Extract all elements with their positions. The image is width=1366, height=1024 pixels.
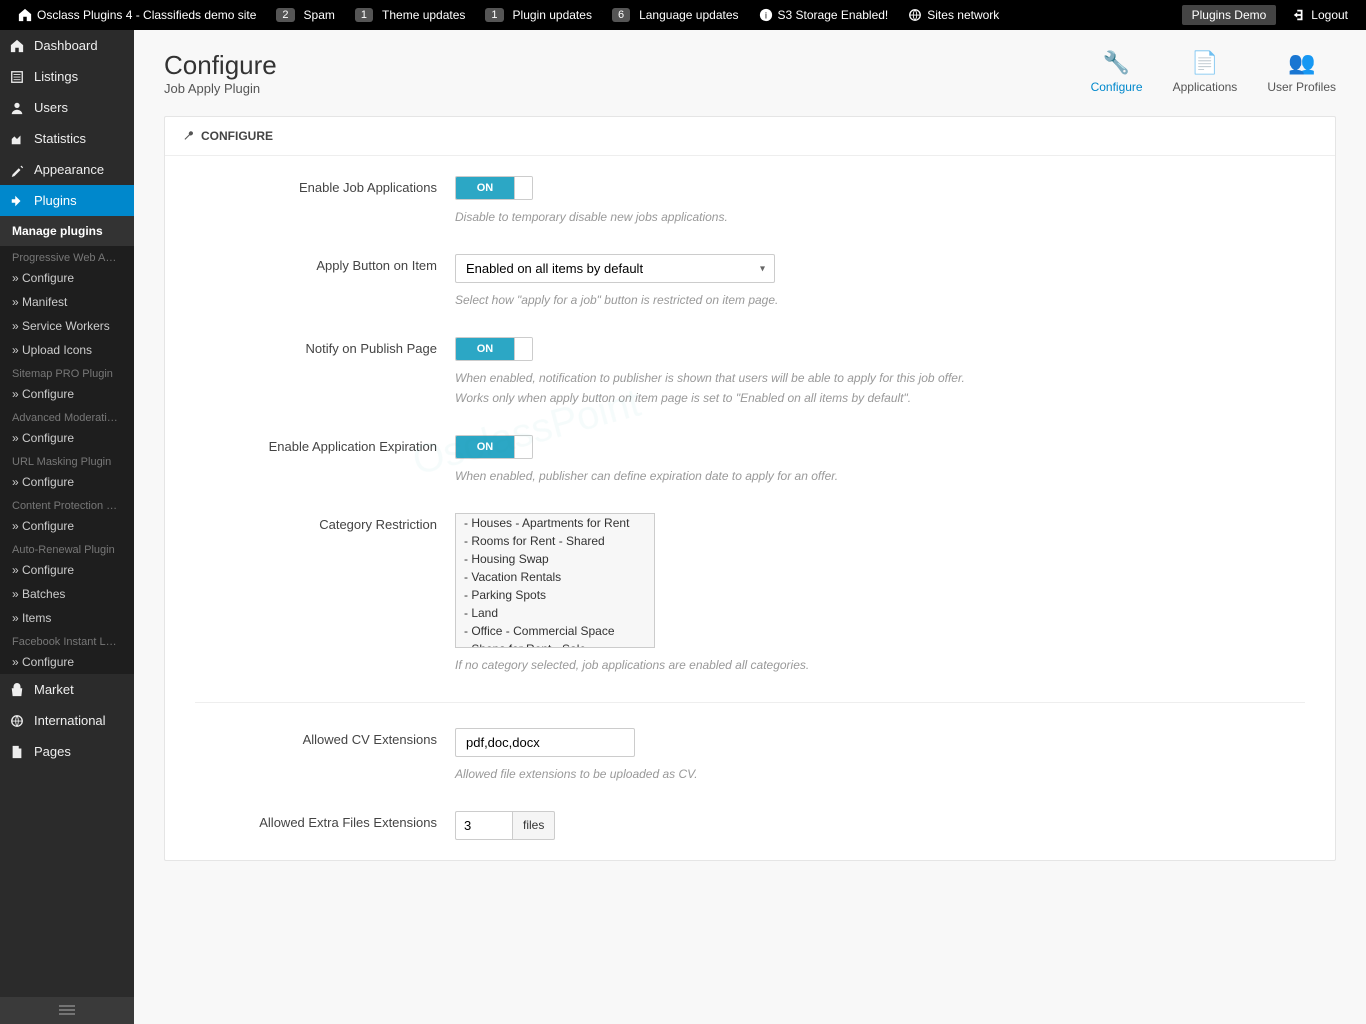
users-icon: 👥 xyxy=(1267,50,1336,76)
logout-icon xyxy=(1292,8,1306,22)
sublink-autorenewal-configure[interactable]: » Configure xyxy=(0,558,134,582)
label-extra-files: Allowed Extra Files Extensions xyxy=(195,811,455,830)
toggle-enable-expiration[interactable]: ON xyxy=(455,435,533,459)
helper-notify-publish-2: Works only when apply button on item pag… xyxy=(455,389,1305,407)
listings-icon xyxy=(10,70,24,84)
addon-files: files xyxy=(513,811,555,840)
sidebar-listings[interactable]: Listings xyxy=(0,61,134,92)
topbar-logout[interactable]: Logout xyxy=(1284,8,1356,22)
subgroup-contentprotection: Content Protection Pl... xyxy=(0,494,134,514)
sublink-pwa-icons[interactable]: » Upload Icons xyxy=(0,338,134,362)
home-icon xyxy=(18,8,32,22)
helper-enable-job: Disable to temporary disable new jobs ap… xyxy=(455,208,1305,226)
sublink-facebook-configure[interactable]: » Configure xyxy=(0,650,134,674)
topbar-spam[interactable]: 2Spam xyxy=(268,8,342,22)
subgroup-moderating: Advanced Moderating... xyxy=(0,406,134,426)
subgroup-facebook: Facebook Instant Logi... xyxy=(0,630,134,650)
sidebar-users[interactable]: Users xyxy=(0,92,134,123)
helper-cv-extensions: Allowed file extensions to be uploaded a… xyxy=(455,765,1305,783)
label-apply-button: Apply Button on Item xyxy=(195,254,455,273)
appearance-icon xyxy=(10,163,24,177)
sidebar: Dashboard Listings Users Statistics Appe… xyxy=(0,30,134,1024)
site-title: Osclass Plugins 4 - Classifieds demo sit… xyxy=(37,8,256,22)
label-enable-expiration: Enable Application Expiration xyxy=(195,435,455,454)
file-icon: 📄 xyxy=(1173,50,1238,76)
helper-enable-expiration: When enabled, publisher can define expir… xyxy=(455,467,1305,485)
sidebar-sub-header[interactable]: Manage plugins xyxy=(0,216,134,246)
international-icon xyxy=(10,714,24,728)
sublink-autorenewal-items[interactable]: » Items xyxy=(0,606,134,630)
sidebar-collapse[interactable] xyxy=(0,997,134,1024)
sublink-moderating-configure[interactable]: » Configure xyxy=(0,426,134,450)
statistics-icon xyxy=(10,132,24,146)
info-icon: i xyxy=(759,8,773,22)
sidebar-appearance[interactable]: Appearance xyxy=(0,154,134,185)
subgroup-urlmasking: URL Masking Plugin xyxy=(0,450,134,470)
sublink-autorenewal-batches[interactable]: » Batches xyxy=(0,582,134,606)
wrench-icon: 🔧 xyxy=(1091,50,1143,76)
label-cv-extensions: Allowed CV Extensions xyxy=(195,728,455,747)
tab-applications[interactable]: 📄 Applications xyxy=(1173,50,1238,94)
label-enable-job: Enable Job Applications xyxy=(195,176,455,195)
subgroup-sitemap: Sitemap PRO Plugin xyxy=(0,362,134,382)
topbar-language-updates[interactable]: 6Language updates xyxy=(604,8,747,22)
subgroup-autorenewal: Auto-Renewal Plugin xyxy=(0,538,134,558)
helper-apply-button: Select how "apply for a job" button is r… xyxy=(455,291,1305,309)
helper-category-restriction: If no category selected, job application… xyxy=(455,656,1305,674)
topbar-sites-network[interactable]: Sites network xyxy=(900,8,1007,22)
sidebar-statistics[interactable]: Statistics xyxy=(0,123,134,154)
main-content: Configure Job Apply Plugin 🔧 Configure 📄… xyxy=(134,30,1366,1024)
sidebar-international[interactable]: International xyxy=(0,705,134,736)
globe-icon xyxy=(908,8,922,22)
page-title: Configure xyxy=(164,50,277,81)
sidebar-dashboard[interactable]: Dashboard xyxy=(0,30,134,61)
sublink-urlmasking-configure[interactable]: » Configure xyxy=(0,470,134,494)
toggle-enable-job[interactable]: ON xyxy=(455,176,533,200)
sublink-pwa-sw[interactable]: » Service Workers xyxy=(0,314,134,338)
tab-configure[interactable]: 🔧 Configure xyxy=(1091,50,1143,94)
plugins-icon xyxy=(10,194,24,208)
sidebar-plugins[interactable]: Plugins xyxy=(0,185,134,216)
sublink-sitemap-configure[interactable]: » Configure xyxy=(0,382,134,406)
users-icon xyxy=(10,101,24,115)
input-extra-files[interactable] xyxy=(455,811,513,840)
sidebar-pages[interactable]: Pages xyxy=(0,736,134,767)
market-icon xyxy=(10,683,24,697)
panel-header: CONFIGURE xyxy=(165,117,1335,156)
topbar-user[interactable]: Plugins Demo xyxy=(1182,5,1277,25)
multiselect-category-restriction[interactable]: - Houses - Apartments for Rent - Rooms f… xyxy=(455,513,655,648)
sublink-contentprotection-configure[interactable]: » Configure xyxy=(0,514,134,538)
configure-panel: CONFIGURE Enable Job Applications ON Dis… xyxy=(164,116,1336,861)
topbar-s3[interactable]: i S3 Storage Enabled! xyxy=(751,8,897,22)
sublink-pwa-configure[interactable]: » Configure xyxy=(0,266,134,290)
sublink-pwa-manifest[interactable]: » Manifest xyxy=(0,290,134,314)
label-category-restriction: Category Restriction xyxy=(195,513,455,532)
label-notify-publish: Notify on Publish Page xyxy=(195,337,455,356)
dashboard-icon xyxy=(10,39,24,53)
wrench-icon xyxy=(183,130,195,142)
input-cv-extensions[interactable] xyxy=(455,728,635,757)
toggle-notify-publish[interactable]: ON xyxy=(455,337,533,361)
topbar-plugin-updates[interactable]: 1Plugin updates xyxy=(477,8,600,22)
pages-icon xyxy=(10,745,24,759)
helper-notify-publish-1: When enabled, notification to publisher … xyxy=(455,369,1305,387)
svg-text:i: i xyxy=(765,11,767,21)
subgroup-pwa: Progressive Web App ... xyxy=(0,246,134,266)
tab-user-profiles[interactable]: 👥 User Profiles xyxy=(1267,50,1336,94)
topbar-home[interactable]: Osclass Plugins 4 - Classifieds demo sit… xyxy=(10,8,264,22)
menu-icon xyxy=(59,1005,75,1015)
sidebar-submenu: Manage plugins Progressive Web App ... »… xyxy=(0,216,134,674)
topbar: Osclass Plugins 4 - Classifieds demo sit… xyxy=(0,0,1366,30)
page-subtitle: Job Apply Plugin xyxy=(164,81,277,96)
topbar-theme-updates[interactable]: 1Theme updates xyxy=(347,8,474,22)
select-apply-button[interactable]: Enabled on all items by default xyxy=(455,254,775,283)
sidebar-market[interactable]: Market xyxy=(0,674,134,705)
